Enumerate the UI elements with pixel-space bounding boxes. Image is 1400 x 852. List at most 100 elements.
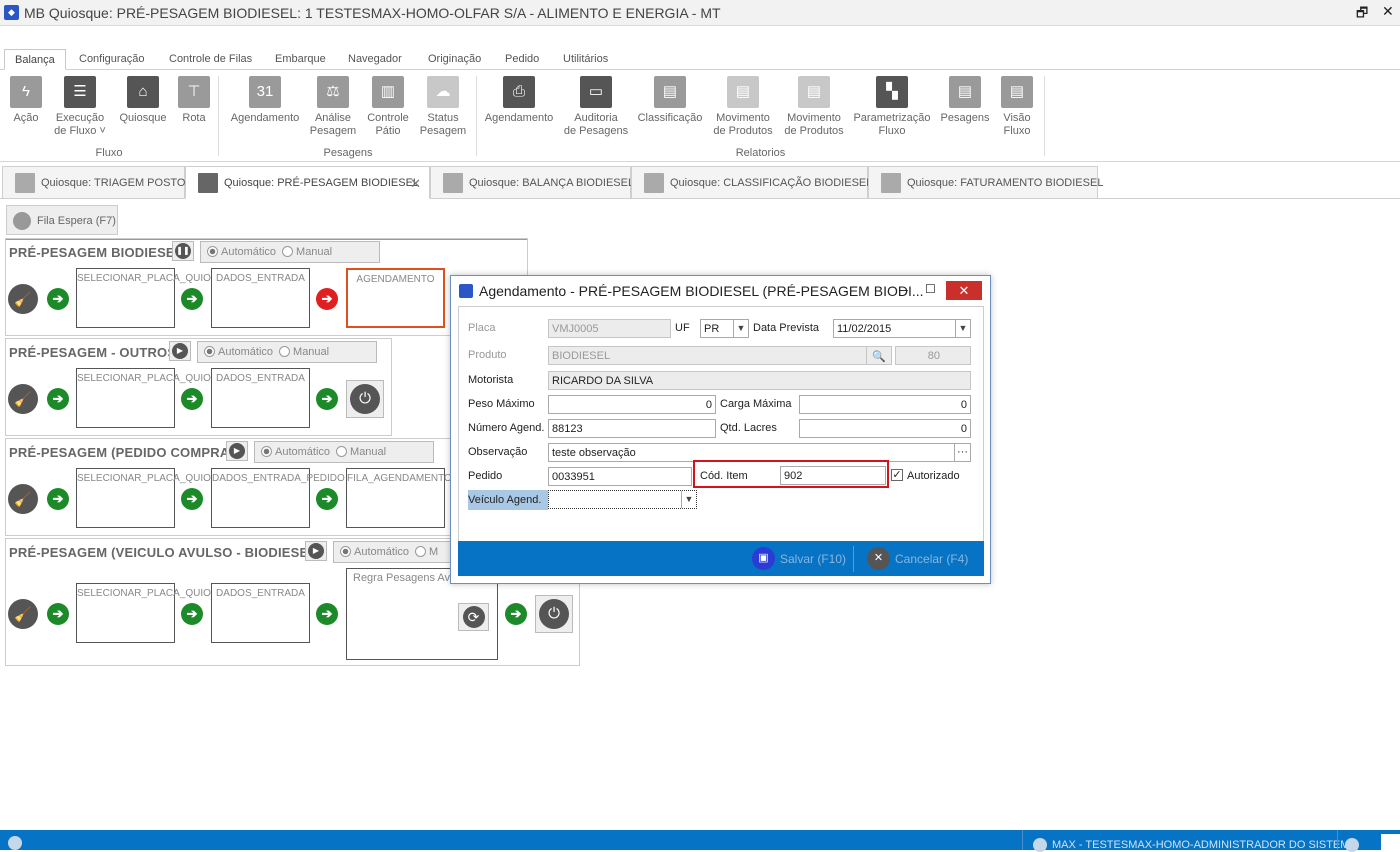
data-prevista-field[interactable]: 11/02/2015 ▼ [833,319,971,338]
auditoria-pesagens-button[interactable]: ▭ Auditoria de Pesagens [562,70,630,138]
acao-button[interactable]: ϟ Ação [5,70,47,125]
peso-maximo-field[interactable]: 0 [548,395,716,414]
play-button[interactable]: ▶ [169,341,191,361]
placa-field[interactable]: VMJ0005 [548,319,671,338]
search-icon[interactable]: 🔍 [866,346,892,365]
mode-selector: Automático Manual [197,341,377,363]
ellipsis-button[interactable]: ··· [954,443,971,462]
restore-window-icon[interactable]: 🗗 [1356,4,1368,26]
motorista-field[interactable]: RICARDO DA SILVA [548,371,971,390]
broom-button[interactable]: 🧹 [8,384,38,414]
refresh-button[interactable]: ⟳ [458,603,489,631]
ribbon-tab-controle-filas[interactable]: Controle de Filas [169,49,252,70]
veiculo-agend-select[interactable]: ▼ [548,490,697,509]
controle-patio-button[interactable]: ▥ Controle Pátio [364,70,412,138]
broom-button[interactable]: 🧹 [8,484,38,514]
app-logo-icon: ◆ [4,5,19,20]
quiosque-button[interactable]: ⌂ Quiosque [117,70,169,125]
numero-agend-field[interactable]: 88123 [548,419,716,438]
status-blank-box [1381,834,1400,850]
classificacao-button[interactable]: ▤ Classificação [636,70,704,125]
chevron-down-icon[interactable]: ▼ [681,491,696,508]
radio-automatico[interactable] [261,446,272,457]
arrow-right-icon: ➔ [316,288,338,310]
power-icon: ⏻ [350,384,380,414]
rota-button[interactable]: ⊤ Rota [174,70,214,125]
pause-button[interactable]: ❚❚ [172,241,194,261]
close-window-icon[interactable]: ✕ [1382,3,1394,20]
doc-tab-classificacao-biodiesel[interactable]: Quiosque: CLASSIFICAÇÃO BIODIESEL [631,166,872,199]
power-button[interactable]: ⏻ [535,595,573,633]
step-box[interactable]: DADOS_ENTRADA [211,368,310,428]
step-box-active[interactable]: AGENDAMENTO [346,268,445,328]
arrow-right-icon: ➔ [505,603,527,625]
movimento-produtos-button[interactable]: ▤ Movimento de Produtos [710,70,776,138]
pedido-label: Pedido [468,470,503,482]
cod-item-field[interactable]: 902 [780,466,886,485]
doc-tab-balanca-biodiesel[interactable]: Quiosque: BALANÇA BIODIESEL [430,166,634,199]
movimento-produtos-button-2[interactable]: ▤ Movimento de Produtos [781,70,847,138]
step-box[interactable]: SELECIONAR_PLACA_QUIOSQUE [76,268,239,328]
ribbon-tab-originacao[interactable]: Originação [428,49,481,70]
radio-manual[interactable] [336,446,348,457]
status-separator [1022,830,1023,850]
visao-fluxo-button[interactable]: ▤ Visão Fluxo [997,70,1037,138]
analise-pesagem-button[interactable]: ⚖ Análise Pesagem [307,70,359,138]
cod-item-label: Cód. Item [700,470,748,482]
chevron-down-icon[interactable]: ▼ [955,320,970,337]
carga-maxima-field[interactable]: 0 [799,395,971,414]
broom-button[interactable]: 🧹 [8,284,38,314]
step-box[interactable]: SELECIONAR_PLACA_QUIOSQUE [76,368,239,428]
maximize-icon[interactable]: ☐ [925,282,936,296]
chevron-down-icon[interactable]: ▼ [733,320,748,337]
qtd-lacres-field[interactable]: 0 [799,419,971,438]
close-tab-icon[interactable]: ✕ [410,176,421,192]
fila-espera-button[interactable]: Fila Espera (F7) [6,205,118,235]
pedido-field[interactable]: 0033951 [548,467,692,486]
parametrizacao-fluxo-button[interactable]: ▚ Parametrização Fluxo [852,70,932,138]
pesagens-report-button[interactable]: ▤ Pesagens [938,70,992,125]
radio-automatico[interactable] [340,546,351,557]
step-box[interactable]: DADOS_ENTRADA_PEDIDO [211,468,345,528]
carga-maxima-label: Carga Máxima [720,398,792,410]
ribbon-tab-balanca[interactable]: Balança [4,49,66,70]
grid-icon [198,173,218,193]
cancel-x-icon: ✕ [867,547,890,570]
ribbon-tab-configuracao[interactable]: Configuração [79,49,144,70]
uf-label: UF [675,322,690,334]
dialog-close-button[interactable]: ✕ [946,281,982,300]
radio-automatico[interactable] [204,346,215,357]
doc-tab-faturamento-biodiesel[interactable]: Quiosque: FATURAMENTO BIODIESEL [868,166,1103,199]
rel-agendamento-button[interactable]: ⎙ Agendamento [483,70,555,125]
save-button[interactable]: ▣ Salvar (F10) [752,541,846,576]
ribbon-tab-pedido[interactable]: Pedido [505,49,539,70]
agendamento-button[interactable]: 31 Agendamento [229,70,301,125]
step-box[interactable]: SELECIONAR_PLACA_QUIOSQUE [76,468,239,528]
status-pesagem-button[interactable]: ☁ Status Pesagem [418,70,468,138]
ribbon-tab-navegador[interactable]: Navegador [348,49,402,70]
step-box[interactable]: DADOS_ENTRADA [211,583,310,643]
step-box[interactable]: DADOS_ENTRADA [211,268,310,328]
minimize-icon[interactable]: – [900,281,908,297]
broom-button[interactable]: 🧹 [8,599,38,629]
radio-manual[interactable] [279,346,291,357]
step-box[interactable]: SELECIONAR_PLACA_QUIOSQUE [76,583,239,643]
cancel-button[interactable]: ✕ Cancelar (F4) [867,541,968,576]
execucao-fluxo-button[interactable]: ☰ Execução de Fluxo ˅ [52,70,108,138]
play-button[interactable]: ▶ [226,441,248,461]
panel-title: PRÉ-PESAGEM (PEDIDO COMPRA) [9,445,234,460]
autorizado-checkbox[interactable]: ✓ [891,469,903,481]
uf-select[interactable]: PR ▼ [700,319,749,338]
doc-tab-triagem-posto[interactable]: Quiosque: TRIAGEM POSTO [2,166,185,199]
radio-manual[interactable] [415,546,427,557]
play-button[interactable]: ▶ [305,541,327,561]
doc-tab-pre-pesagem-biodiesel[interactable]: Quiosque: PRÉ-PESAGEM BIODIESEL ✕ [185,166,430,199]
arrow-right-icon: ➔ [47,388,69,410]
ribbon-tab-embarque[interactable]: Embarque [275,49,326,70]
power-button[interactable]: ⏻ [346,380,384,418]
produto-field[interactable]: BIODIESEL [548,346,867,365]
step-box[interactable]: FILA_AGENDAMENTO [346,468,452,528]
radio-manual[interactable] [282,246,294,257]
radio-automatico[interactable] [207,246,218,257]
ribbon-tab-utilitarios[interactable]: Utilitários [563,49,608,70]
